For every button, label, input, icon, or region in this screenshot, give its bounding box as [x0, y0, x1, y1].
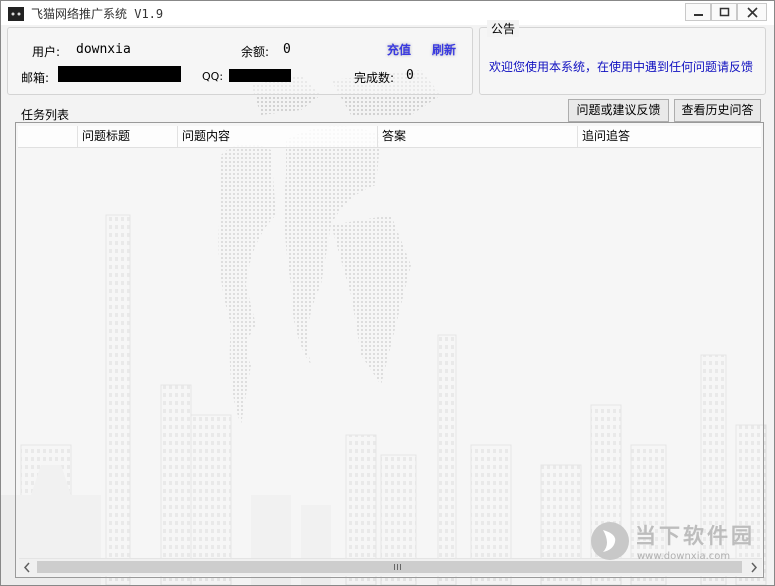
- user-info-panel: [7, 27, 473, 95]
- feedback-button[interactable]: 问题或建议反馈: [568, 99, 669, 122]
- column-header-follow-up[interactable]: 追问追答: [578, 126, 761, 147]
- task-table[interactable]: 问题标题 问题内容 答案 追问追答: [15, 122, 764, 578]
- minimize-button[interactable]: [685, 3, 711, 21]
- scrollbar-grip-icon: [394, 564, 401, 570]
- email-value-redacted: [58, 66, 181, 82]
- history-qa-button[interactable]: 查看历史问答: [674, 99, 761, 122]
- qq-label: QQ:: [202, 70, 224, 83]
- watermark-brand: 当下软件园: [635, 524, 755, 548]
- minimize-icon: [694, 14, 703, 16]
- watermark-url: www.downxia.com: [637, 551, 731, 562]
- downxia-watermark: 当下软件园 www.downxia.com: [589, 518, 759, 570]
- username-value: downxia: [76, 42, 131, 57]
- close-button[interactable]: [737, 3, 767, 21]
- app-window: 飞猫网络推广系统 V1.9 用户: downxia 余额: 0 充值 刷新 邮箱…: [0, 0, 775, 586]
- maximize-icon: [719, 7, 730, 17]
- completed-value: 0: [406, 68, 414, 83]
- close-icon: [747, 7, 758, 18]
- username-label: 用户:: [32, 45, 61, 59]
- notice-title: 公告: [487, 20, 520, 37]
- downxia-logo-icon: [591, 522, 629, 560]
- refresh-button[interactable]: 刷新: [432, 41, 456, 58]
- qq-value-redacted: [229, 69, 291, 82]
- balance-value: 0: [283, 42, 291, 57]
- column-header-index[interactable]: [18, 126, 78, 147]
- scroll-left-arrow-icon[interactable]: [19, 559, 36, 576]
- email-label: 邮箱:: [21, 71, 50, 85]
- completed-label: 完成数:: [354, 71, 395, 85]
- maximize-button[interactable]: [711, 3, 737, 21]
- cat-app-icon: [8, 7, 24, 21]
- window-title: 飞猫网络推广系统 V1.9: [31, 7, 164, 21]
- balance-label: 余额:: [241, 45, 270, 59]
- table-header: 问题标题 问题内容 答案 追问追答: [18, 126, 761, 148]
- column-header-question-content[interactable]: 问题内容: [178, 126, 378, 147]
- column-header-question-title[interactable]: 问题标题: [78, 126, 178, 147]
- column-header-answer[interactable]: 答案: [378, 126, 578, 147]
- notice-text: 欢迎您使用本系统，在使用中遇到任何问题请反馈: [489, 60, 754, 74]
- task-list-label: 任务列表: [19, 106, 72, 123]
- recharge-button[interactable]: 充值: [387, 41, 411, 58]
- title-bar[interactable]: 飞猫网络推广系统 V1.9: [1, 1, 774, 25]
